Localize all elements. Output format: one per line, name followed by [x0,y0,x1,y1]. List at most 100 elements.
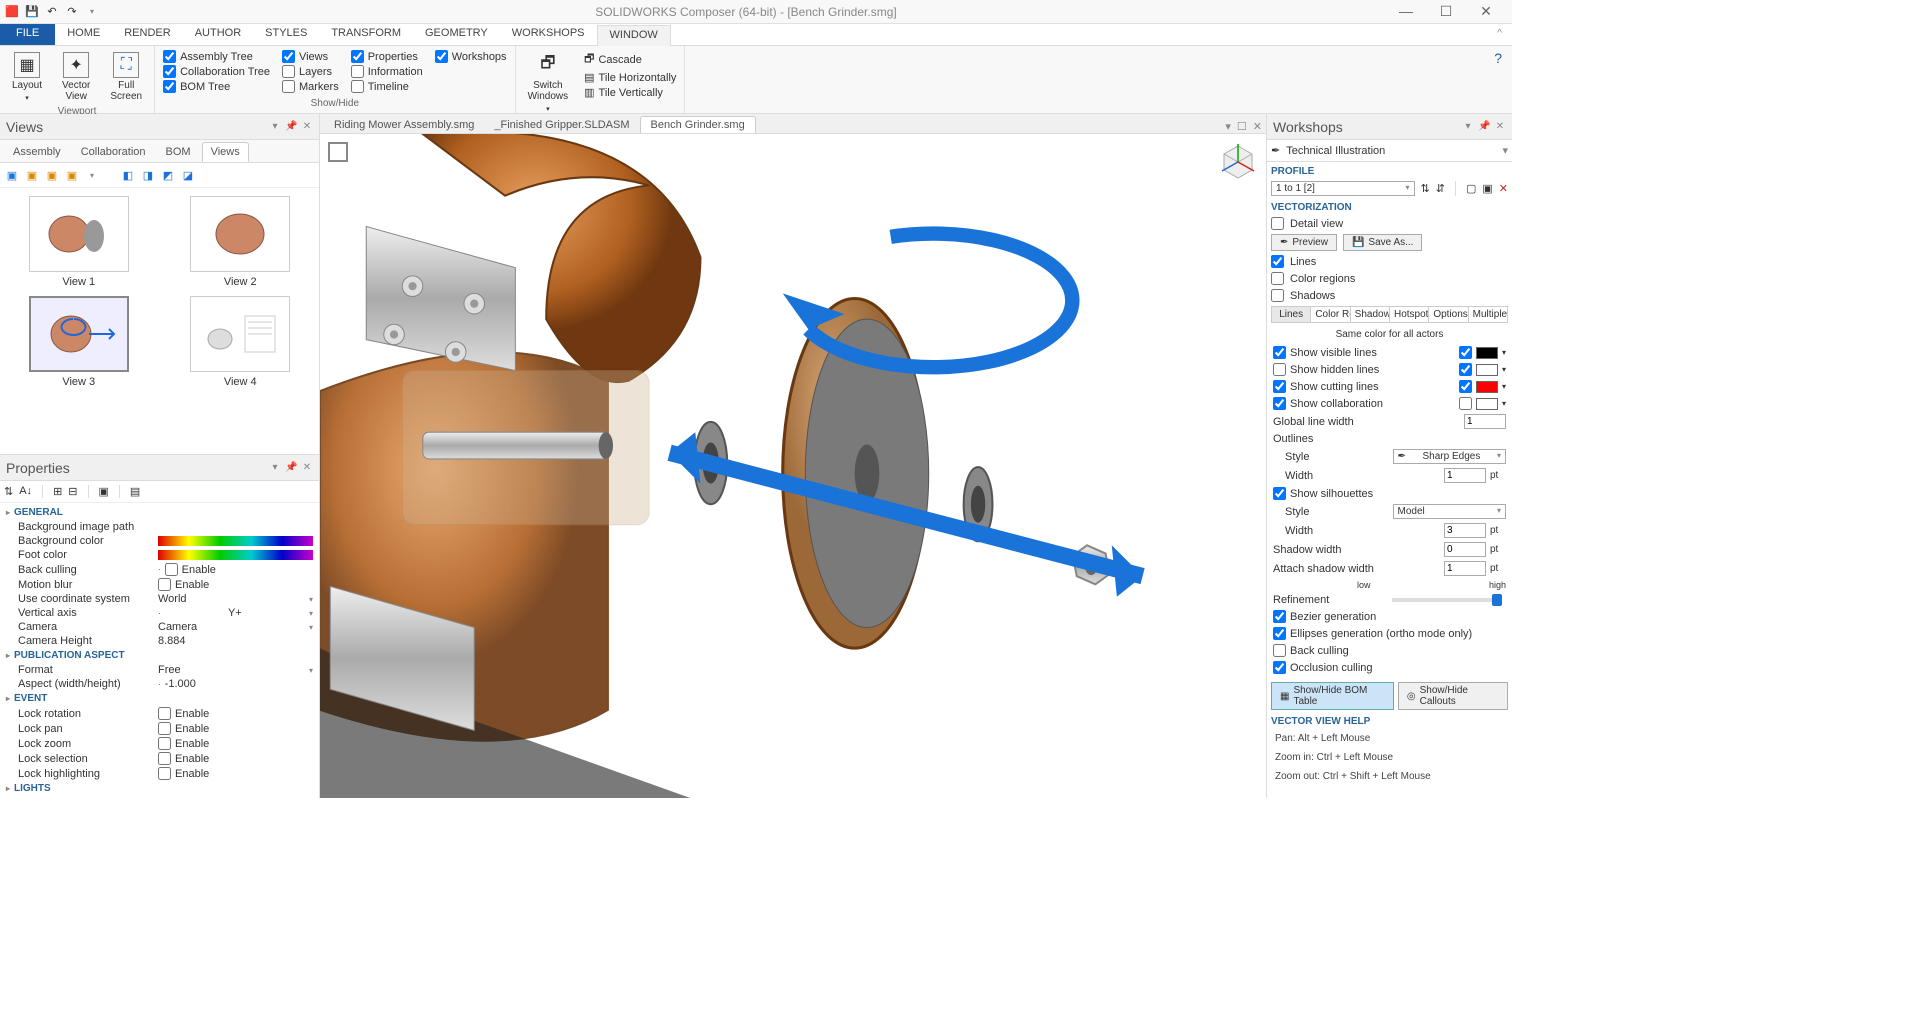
profile-delete-icon[interactable]: ✕ [1499,182,1508,195]
help-icon[interactable]: ? [1484,46,1512,113]
global-lw-input[interactable] [1464,414,1506,429]
panel-pin-icon[interactable]: 📌 [1478,121,1490,132]
doc-tab-2[interactable]: Bench Grinder.smg [640,116,756,133]
outline-width-input[interactable] [1444,468,1486,483]
check-properties[interactable]: Properties [351,50,423,63]
ribbon-tab-styles[interactable]: STYLES [253,24,319,45]
close-button[interactable]: ✕ [1472,3,1500,20]
check-color-regions[interactable]: Color regions [1267,270,1512,287]
tool-dd-icon[interactable]: ▾ [84,167,100,183]
undo-icon[interactable]: ↶ [44,4,60,20]
tile-h-button[interactable]: ▤Tile Horizontally [584,71,676,84]
ws-tab-hotspots[interactable]: Hotspots [1390,307,1429,322]
format-value[interactable]: Free [158,664,313,676]
save-as-button[interactable]: 💾Save As... [1343,234,1422,251]
switch-windows-button[interactable]: 🗗Switch Windows▾ [524,50,573,117]
collapse-icon[interactable]: ⊟ [68,485,77,498]
prop-tool2-icon[interactable]: ▤ [130,485,140,498]
preview-button[interactable]: ✒Preview [1271,234,1337,251]
panel-close-icon[interactable]: ✕ [1494,121,1506,132]
profile-tool1-icon[interactable]: ⇅ [1421,182,1430,195]
lock-sel-value[interactable]: Enable [158,752,313,765]
panel-pin-icon[interactable]: 📌 [285,462,297,473]
lock-hi-value[interactable]: Enable [158,767,313,780]
doc-close-icon[interactable]: ✕ [1253,120,1262,133]
tool6-icon[interactable]: ◩ [160,167,176,183]
workshop-dd-icon[interactable]: ▾ [1502,144,1508,157]
ribbon-tab-window[interactable]: WINDOW [597,25,671,46]
ribbon-tab-home[interactable]: HOME [55,24,112,45]
check-bezier[interactable]: Bezier generation [1267,608,1512,625]
section-event[interactable]: EVENT [0,691,319,706]
motion-blur-value[interactable]: Enable [158,578,313,591]
cam-height-value[interactable]: 8.884 [158,635,313,647]
ws-tab-options[interactable]: Options [1429,307,1468,322]
show-bom-button[interactable]: ▦Show/Hide BOM Table [1271,682,1394,710]
doc-tab-1[interactable]: _Finished Gripper.SLDASM [484,117,639,133]
tool3-icon[interactable]: ▣ [64,167,80,183]
profile-tool3-icon[interactable]: ▢ [1466,182,1476,195]
section-lights[interactable]: LIGHTS [0,781,319,796]
panel-menu-icon[interactable]: ▾ [1462,121,1474,132]
view-cube[interactable] [1218,142,1258,182]
expand-icon[interactable]: ⊞ [53,485,62,498]
view-thumb-3[interactable]: View 3 [8,296,150,388]
shadow-w-input[interactable] [1444,542,1486,557]
tool2-icon[interactable]: ▣ [44,167,60,183]
check-detail-view[interactable]: Detail view [1267,215,1512,232]
outline-style-select[interactable]: ✒ Sharp Edges [1393,449,1507,464]
cascade-button[interactable]: 🗗Cascade [584,50,676,69]
ws-tab-multiple[interactable]: Multiple [1469,307,1507,322]
ribbon-tab-author[interactable]: AUTHOR [183,24,253,45]
vector-view-button[interactable]: ✦Vector View [58,50,94,106]
ribbon-tab-file[interactable]: FILE [0,24,55,45]
aspect-value[interactable]: ·-1.000 [158,678,313,690]
check-show-sil[interactable]: Show silhouettes [1267,485,1512,502]
doc-restore-icon[interactable]: ▾ [1225,120,1231,133]
swatch-hidden[interactable] [1476,364,1498,376]
save-icon[interactable]: 💾 [24,4,40,20]
check-collab-tree[interactable]: Collaboration Tree [163,65,270,78]
tool-icon[interactable]: ▣ [24,167,40,183]
bg-color-value[interactable] [158,536,313,546]
doc-max-icon[interactable]: ☐ [1237,120,1247,133]
vaxis-value[interactable]: ·Y+ [158,607,313,619]
tool5-icon[interactable]: ◨ [140,167,156,183]
minimize-button[interactable]: — [1392,3,1420,20]
lock-rot-value[interactable]: Enable [158,707,313,720]
doc-tab-0[interactable]: Riding Mower Assembly.smg [324,117,484,133]
foot-color-value[interactable] [158,550,313,560]
check-show-collab[interactable] [1273,397,1286,410]
ws-tab-shadows[interactable]: Shadows [1351,307,1390,322]
check-layers[interactable]: Layers [282,65,339,78]
check-ellipses[interactable]: Ellipses generation (ortho mode only) [1267,625,1512,642]
attach-sw-input[interactable] [1444,561,1486,576]
panel-menu-icon[interactable]: ▾ [269,121,281,132]
views-tab-collab[interactable]: Collaboration [72,142,155,162]
coord-sys-value[interactable]: World [158,593,313,605]
sil-style-select[interactable]: Model [1393,504,1507,519]
layout-button[interactable]: ▦Layout▾ [8,50,46,106]
ribbon-collapse-icon[interactable]: ^ [1487,24,1512,45]
ribbon-tab-render[interactable]: RENDER [112,24,182,45]
tool4-icon[interactable]: ◧ [120,167,136,183]
check-shadows[interactable]: Shadows [1267,287,1512,304]
check-bom-tree[interactable]: BOM Tree [163,80,270,93]
view-thumb-2[interactable]: View 2 [170,196,312,288]
check-show-cutting[interactable] [1273,380,1286,393]
ws-tab-color[interactable]: Color Re... [1311,307,1350,322]
sort-alpha-icon[interactable]: A↓ [19,485,32,498]
view-thumb-4[interactable]: View 4 [170,296,312,388]
panel-close-icon[interactable]: ✕ [301,121,313,132]
check-show-hidden[interactable] [1273,363,1286,376]
profile-tool4-icon[interactable]: ▣ [1482,182,1492,195]
check-show-visible[interactable] [1273,346,1286,359]
prop-tool-icon[interactable]: ▣ [99,485,109,498]
swatch-collab[interactable] [1476,398,1498,410]
refinement-slider[interactable] [1392,598,1503,602]
panel-pin-icon[interactable]: 📌 [285,121,297,132]
swatch-cutting[interactable] [1476,381,1498,393]
camera-value[interactable]: Camera [158,621,313,633]
check-assembly-tree[interactable]: Assembly Tree [163,50,270,63]
check-occlusion[interactable]: Occlusion culling [1267,659,1512,676]
